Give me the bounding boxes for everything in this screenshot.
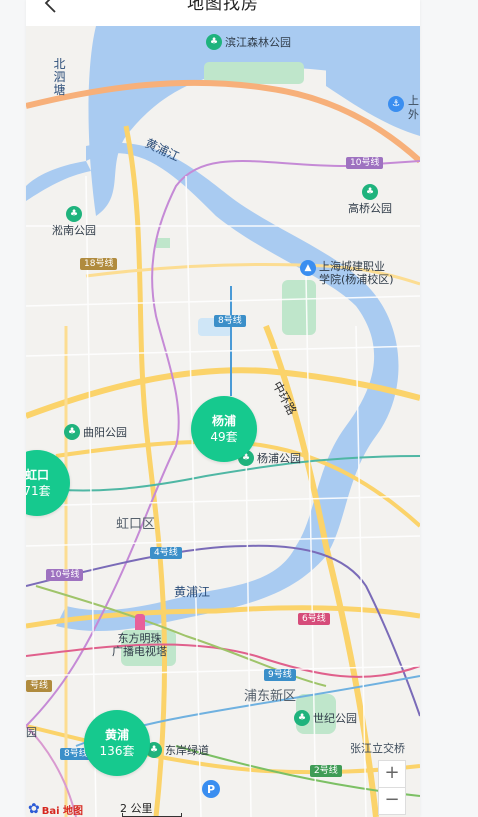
metro-badge: 4号线 <box>150 547 182 559</box>
app-frame: 地图找房 北泗塘 黄浦江 黄浦江 虹口区 浦东新区 中环路 张江立交桥 上 外 … <box>26 0 420 817</box>
label-right-edge-top: 上 <box>408 94 419 107</box>
metro-badge: 10号线 <box>46 569 84 581</box>
bubble-count: 71套 <box>26 484 51 498</box>
map-canvas[interactable]: 北泗塘 黄浦江 黄浦江 虹口区 浦东新区 中环路 张江立交桥 上 外 园 东方明… <box>26 26 420 817</box>
park-icon: ♣ <box>206 34 222 50</box>
poi-quyang[interactable]: ♣ 曲阳公园 <box>64 424 127 440</box>
page-title: 地图找房 <box>187 0 259 14</box>
park-icon: ♣ <box>294 710 310 726</box>
bubble-count: 136套 <box>99 744 135 758</box>
poi-parking[interactable]: P <box>202 780 223 798</box>
school-icon: ▲ <box>300 260 316 276</box>
poi-dongan-label: 东岸绿道 <box>165 743 209 757</box>
poi-binjiang-label: 滨江森林公园 <box>225 35 291 49</box>
poi-dongfang[interactable]: 东方明珠 广播电视塔 <box>112 614 167 658</box>
label-huangpu-mid: 黄浦江 <box>174 585 211 599</box>
label-beisi: 北泗塘 <box>53 57 66 97</box>
paw-icon: ✿ <box>28 801 40 817</box>
metro-badge: 8号线 <box>214 315 246 327</box>
metro-badge: 18号线 <box>80 258 118 270</box>
park-icon: ♣ <box>66 206 82 222</box>
header-bar: 地图找房 <box>26 0 420 26</box>
metro-badge: 9号线 <box>264 669 296 681</box>
anchor-icon: ⚓ <box>388 96 404 112</box>
poi-yangpu-park-label: 杨浦公园 <box>257 451 301 465</box>
poi-yangpu-park[interactable]: ♣ 杨浦公园 <box>238 450 301 466</box>
metro-badge: 号线 <box>26 680 53 692</box>
district-bubble-huangpu[interactable]: 黄浦 136套 <box>84 710 150 776</box>
poi-century-label: 世纪公园 <box>313 711 357 725</box>
metro-badge: 2号线 <box>310 765 342 777</box>
poi-anchor[interactable]: ⚓ <box>388 96 407 112</box>
bubble-name: 黄浦 <box>104 728 129 742</box>
bubble-name: 杨浦 <box>211 414 236 428</box>
poi-songnan-label: 淞南公园 <box>52 224 96 237</box>
water-ne <box>326 26 420 136</box>
poi-binjiang[interactable]: ♣ 滨江森林公园 <box>206 34 291 50</box>
poi-songnan[interactable]: ♣ 淞南公园 <box>52 206 96 237</box>
poi-century[interactable]: ♣ 世纪公园 <box>294 710 357 726</box>
label-zhangjiang: 张江立交桥 <box>350 742 405 755</box>
poi-gaoqiao-label: 高桥公园 <box>348 202 392 215</box>
label-right-edge-bot: 外 <box>408 108 419 121</box>
label-hongkou: 虹口区 <box>116 517 156 532</box>
logo-text: Bai 地图 <box>41 805 84 817</box>
poi-gaoqiao[interactable]: ♣ 高桥公园 <box>348 184 392 215</box>
poi-dongfang-label: 东方明珠 广播电视塔 <box>112 632 167 658</box>
zoom-out-button[interactable]: − <box>378 787 406 815</box>
poi-chengjian[interactable]: ▲ 上海城建职业 学院(杨浦校区) <box>300 260 394 286</box>
label-left-edge: 园 <box>26 726 37 739</box>
baidu-map-logo: ✿ Bai 地图 <box>28 801 83 817</box>
metro-badge: 10号线 <box>346 157 384 169</box>
district-bubble-yangpu[interactable]: 杨浦 49套 <box>191 396 257 462</box>
park-icon: ♣ <box>362 184 378 200</box>
parking-icon: P <box>202 780 220 798</box>
metro-badge: 6号线 <box>298 613 330 625</box>
poi-chengjian-label: 上海城建职业 学院(杨浦校区) <box>319 260 394 286</box>
zoom-in-button[interactable]: + <box>378 760 406 788</box>
tower-icon <box>134 614 145 630</box>
park-icon: ♣ <box>64 424 80 440</box>
poi-quyang-label: 曲阳公园 <box>83 425 127 439</box>
bubble-count: 49套 <box>210 430 238 444</box>
poi-dongan[interactable]: ♣ 东岸绿道 <box>146 742 209 758</box>
label-pudong: 浦东新区 <box>244 689 297 704</box>
bubble-name: 虹口 <box>26 468 49 482</box>
scale-bar <box>122 813 182 817</box>
